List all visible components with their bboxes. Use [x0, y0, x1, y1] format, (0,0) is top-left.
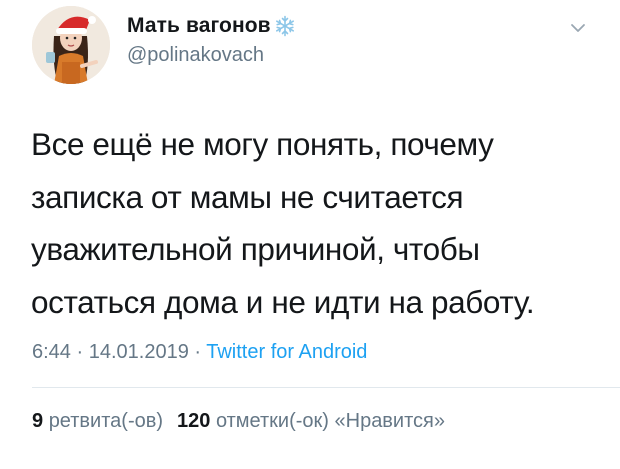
- author-handle[interactable]: @polinakovach: [127, 44, 264, 67]
- avatar-girl-santa-hat-icon: [32, 6, 110, 84]
- retweets-label: ретвита(-ов): [48, 410, 164, 432]
- avatar[interactable]: [32, 6, 110, 84]
- likes-label: отметки(-ок) «Нравится»: [215, 410, 445, 432]
- tweet-text-line: записка от мамы не считается: [31, 178, 464, 215]
- tweet-time[interactable]: 6:44: [32, 341, 71, 363]
- tweet-date[interactable]: 14.01.2019: [89, 341, 189, 363]
- tweet-card: Мать вагонов @polinakovach Все ещё не мо…: [0, 0, 620, 469]
- meta-separator: ·: [188, 341, 207, 363]
- author-name-row[interactable]: Мать вагонов: [127, 13, 296, 39]
- snowflake-icon: [275, 15, 294, 37]
- meta-separator: ·: [70, 341, 89, 363]
- chevron-down-icon[interactable]: [570, 22, 586, 34]
- tweet-text-line: уважительной причиной, чтобы: [31, 231, 480, 267]
- divider: [32, 387, 620, 388]
- retweets-stat[interactable]: 9 ретвита(-ов): [32, 410, 163, 432]
- tweet-text: Все ещё не могу понять, почему записка о…: [31, 118, 601, 328]
- likes-count: 120: [177, 410, 211, 432]
- tweet-text-line: Все ещё не могу понять, почему: [31, 126, 494, 162]
- tweet-stats: 9 ретвита(-ов) 120 отметки(-ок) «Нравится…: [32, 410, 445, 433]
- tweet-source-link[interactable]: Twitter for Android: [206, 341, 367, 363]
- retweets-count: 9: [32, 410, 44, 432]
- likes-stat[interactable]: 120 отметки(-ок) «Нравится»: [177, 410, 445, 432]
- display-name[interactable]: Мать вагонов: [127, 14, 271, 38]
- tweet-meta: 6:44 · 14.01.2019 · Twitter for Android: [32, 341, 367, 364]
- tweet-text-line: остаться дома и не идти на работу.: [31, 283, 535, 320]
